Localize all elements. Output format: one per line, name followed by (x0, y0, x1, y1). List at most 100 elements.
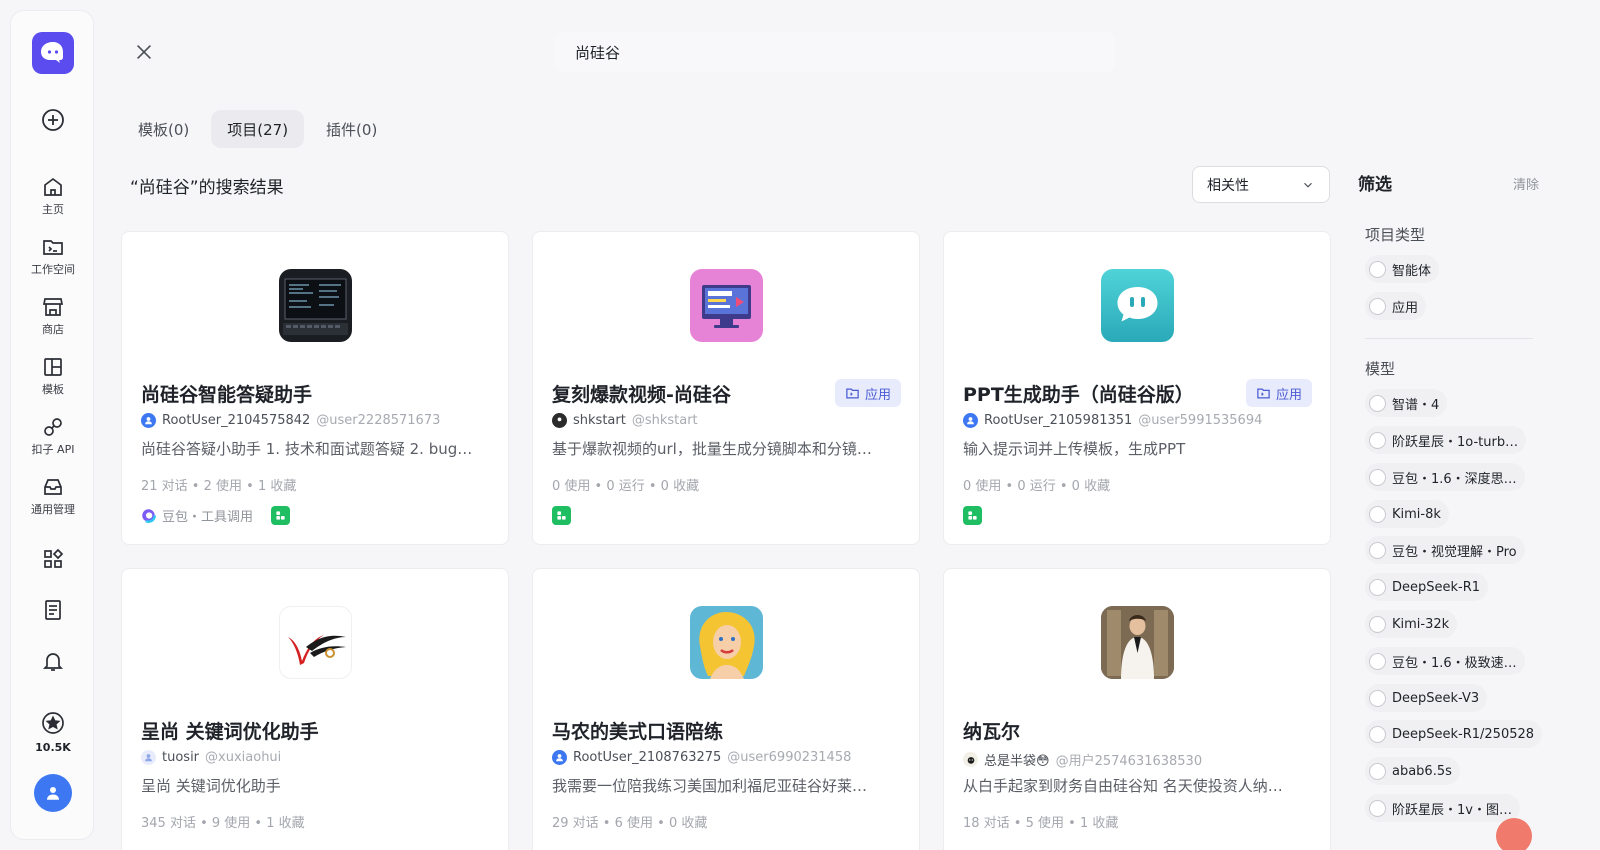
sort-selected-value: 相关性 (1207, 177, 1249, 194)
filter-model-option[interactable]: DeepSeek-R1 (1365, 573, 1489, 601)
workflow-icon (963, 506, 982, 525)
nav-general-management[interactable]: 通用管理 (11, 471, 95, 527)
chip-label: abab6.5s (1392, 763, 1452, 779)
user-avatar[interactable] (34, 774, 72, 812)
filter-model-option[interactable]: abab6.5s (1365, 757, 1460, 785)
radio-icon (1369, 394, 1386, 412)
sort-dropdown[interactable]: 相关性 (1192, 166, 1330, 203)
filter-divider (1365, 338, 1533, 339)
filter-title: 筛选 (1358, 175, 1392, 195)
avatar-icon (552, 413, 567, 428)
nav-store[interactable]: 商店 (11, 291, 95, 347)
radio-icon (1369, 505, 1386, 523)
project-stats: 345 对话 • 9 使用 • 1 收藏 (141, 816, 305, 831)
author-name: RootUser_2104575842 (162, 413, 311, 428)
apps-grid-icon[interactable] (41, 547, 65, 571)
filter-model-option[interactable]: Kimi-32k (1365, 610, 1458, 638)
inbox-icon (44, 479, 62, 495)
filter-clear-button[interactable]: 清除 (1513, 174, 1539, 193)
project-card[interactable]: 纳瓦尔 总是半袋😳 @用户2574631638530 从白手起家到财务自由硅谷知… (943, 568, 1331, 850)
filter-model-option[interactable]: 智谱・4 (1365, 389, 1448, 417)
stars-count: 10.5K (35, 741, 71, 754)
project-footer (963, 506, 982, 525)
filter-type-app[interactable]: 应用 (1365, 292, 1427, 320)
app-logo-icon[interactable] (32, 32, 74, 74)
filter-model-option[interactable]: 阶跃星辰・1o-turb… (1365, 426, 1527, 454)
chip-label: 智能体 (1392, 263, 1432, 279)
app-folder-icon (846, 388, 859, 398)
filter-model-option[interactable]: Kimi-8k (1365, 500, 1449, 528)
star-badge-icon (42, 712, 64, 734)
project-author: RootUser_2105981351 @user5991535694 (963, 413, 1262, 428)
nav-home[interactable]: 主页 (11, 171, 95, 227)
user-icon (47, 787, 59, 800)
project-name: PPT生成助手（尚硅谷版） (963, 384, 1194, 406)
author-name: 总是半袋😳 (984, 754, 1050, 769)
bell-icon[interactable] (41, 649, 65, 673)
project-author: RootUser_2108763275 @user6990231458 (552, 750, 851, 765)
workflow-icon (552, 506, 571, 525)
avatar-icon (552, 750, 567, 765)
project-card[interactable]: 尚硅谷智能答疑助手 RootUser_2104575842 @user22285… (121, 231, 509, 545)
project-card[interactable]: PPT生成助手（尚硅谷版） 应用 RootUser_2105981351 @us… (943, 231, 1331, 545)
nav-workspace-label: 工作空间 (31, 263, 75, 276)
author-handle: @user6990231458 (727, 750, 852, 765)
radio-icon (1369, 762, 1386, 780)
nav-template[interactable]: 模板 (11, 351, 95, 407)
stars-button[interactable]: 10.5K (11, 711, 95, 754)
project-thumbnail (690, 606, 763, 679)
filter-model-option[interactable]: DeepSeek-V3 (1365, 684, 1488, 712)
project-stats: 0 使用 • 0 运行 • 0 收藏 (552, 479, 700, 494)
author-name: RootUser_2105981351 (984, 413, 1133, 428)
project-name: 呈尚 关键词优化助手 (141, 721, 319, 743)
author-handle: @user2228571673 (316, 413, 441, 428)
chip-label: 豆包・1.6・深度思… (1392, 471, 1517, 487)
avatar-icon (141, 750, 156, 765)
project-card[interactable]: 马农的美式口语陪练 RootUser_2108763275 @user69902… (532, 568, 920, 850)
tab-projects[interactable]: 项目(27) (211, 110, 305, 148)
floating-assistant-icon[interactable] (1496, 818, 1532, 850)
filter-model-option[interactable]: 豆包・1.6・深度思… (1365, 463, 1525, 491)
filter-project-type-title: 项目类型 (1365, 226, 1426, 244)
author-handle: @user5991535694 (1138, 413, 1263, 428)
template-icon (44, 358, 62, 376)
radio-icon (1369, 431, 1386, 449)
project-footer: 豆包・工具调用 (141, 506, 291, 525)
app-badge: 应用 (834, 379, 901, 407)
project-author: 总是半袋😳 @用户2574631638530 (963, 750, 1202, 769)
close-icon[interactable] (133, 41, 155, 63)
model-logo-icon (141, 508, 156, 523)
api-icon (44, 418, 62, 436)
filter-type-agent[interactable]: 智能体 (1365, 255, 1440, 283)
nav-api[interactable]: 扣子 API (11, 411, 95, 467)
project-description: 尚硅谷答疑小助手 1. 技术和面试题答疑 2. bug… (141, 440, 473, 458)
create-button[interactable] (39, 106, 67, 134)
author-name: tuosir (162, 750, 200, 765)
tab-templates[interactable]: 模板(0) (122, 110, 205, 148)
filter-model-option[interactable]: 豆包・视觉理解・Pro (1365, 536, 1525, 564)
project-footer (552, 506, 571, 525)
chip-label: DeepSeek-R1 (1392, 579, 1481, 595)
filter-model-option[interactable]: 阶跃星辰・1v・图… (1365, 794, 1520, 822)
chip-label: 阶跃星辰・1o-turb… (1392, 434, 1519, 450)
search-input[interactable] (555, 32, 1115, 72)
tab-plugins[interactable]: 插件(0) (310, 110, 393, 148)
radio-icon (1369, 260, 1386, 278)
project-card[interactable]: 复刻爆款视频-尚硅谷 应用 shkstart @shkstart 基于爆款视频的… (532, 231, 920, 545)
radio-icon (1369, 725, 1386, 743)
nav-template-label: 模板 (42, 383, 64, 396)
chip-label: DeepSeek-V3 (1392, 690, 1480, 706)
chip-label: 智谱・4 (1392, 397, 1440, 413)
app-badge-label: 应用 (864, 387, 891, 403)
chevron-down-icon (1304, 182, 1312, 188)
document-icon[interactable] (41, 598, 65, 622)
project-card[interactable]: 呈尚 关键词优化助手 tuosir @xuxiaohui 呈尚 关键词优化助手 … (121, 568, 509, 850)
home-icon (44, 177, 62, 196)
chip-label: 阶跃星辰・1v・图… (1392, 802, 1512, 818)
app-folder-icon (1257, 388, 1270, 398)
nav-general-management-label: 通用管理 (31, 503, 75, 516)
filter-model-option[interactable]: 豆包・1.6・极致速… (1365, 647, 1525, 675)
chip-label: 应用 (1392, 300, 1419, 316)
nav-workspace[interactable]: 工作空间 (11, 231, 95, 287)
filter-model-option[interactable]: DeepSeek-R1/250528 (1365, 720, 1543, 748)
